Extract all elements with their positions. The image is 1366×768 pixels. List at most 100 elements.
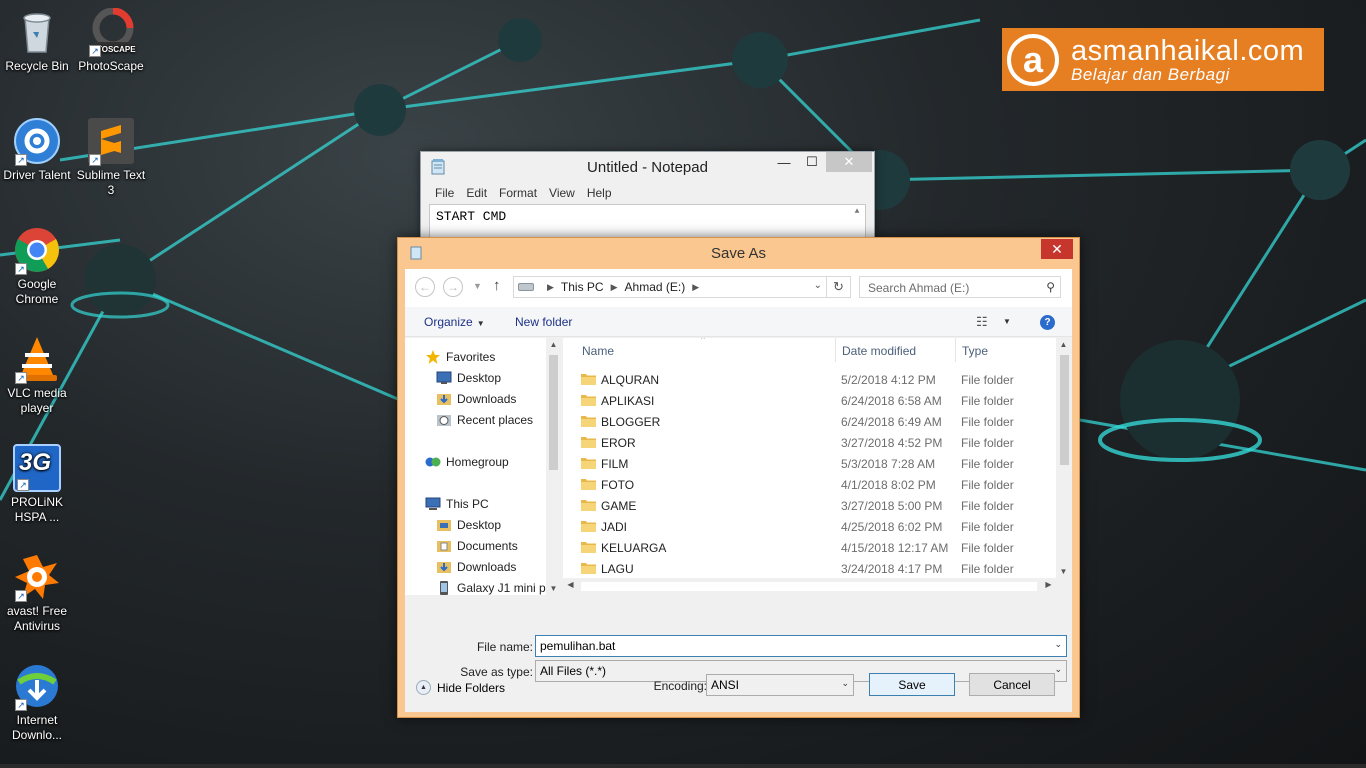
scroll-up-icon[interactable]: ▲ <box>1056 340 1071 349</box>
address-chevron-down-icon[interactable]: ⌄ <box>814 280 822 291</box>
encoding-select[interactable]: ANSI ⌄ <box>706 674 854 696</box>
brand-banner: a asmanhaikal.com Belajar dan Berbagi <box>1002 28 1324 91</box>
scroll-up-icon[interactable]: ▲ <box>546 340 561 349</box>
notepad-window[interactable]: Untitled - Notepad — ☐ ✕ File Edit Forma… <box>420 151 875 251</box>
file-row[interactable]: LAGU 3/24/2018 4:17 PM File folder <box>563 558 1056 578</box>
hide-folders-button[interactable]: ▲ Hide Folders <box>416 680 505 695</box>
menu-view[interactable]: View <box>543 183 581 203</box>
file-list-horizontal-scrollbar[interactable]: ◀ ▶ <box>563 578 1056 595</box>
nav-favorites-recent-places[interactable]: Recent places <box>436 411 533 429</box>
column-header-name[interactable]: Name ^ <box>563 338 836 362</box>
organize-button[interactable]: Organize ▼ <box>424 315 485 329</box>
shortcut-arrow-icon: ↗ <box>15 263 27 275</box>
save-as-close-button[interactable]: ✕ <box>1041 239 1073 259</box>
notepad-titlebar[interactable]: Untitled - Notepad — ☐ ✕ <box>421 152 874 183</box>
file-date-modified: 6/24/2018 6:58 AM <box>841 394 942 408</box>
file-row[interactable]: APLIKASI 6/24/2018 6:58 AM File folder <box>563 390 1056 411</box>
chevron-down-icon: ⌄ <box>841 678 849 688</box>
scrollbar-thumb[interactable] <box>549 355 558 470</box>
maximize-button[interactable]: ☐ <box>798 152 826 172</box>
save-as-titlebar[interactable]: Save As ✕ <box>398 238 1079 269</box>
sort-ascending-icon: ^ <box>701 338 705 344</box>
nav-label: Favorites <box>446 350 496 364</box>
file-row[interactable]: JADI 4/25/2018 6:02 PM File folder <box>563 516 1056 537</box>
scroll-right-icon[interactable]: ▶ <box>1041 580 1056 589</box>
column-header-date-modified[interactable]: Date modified <box>836 338 956 362</box>
save-as-dialog[interactable]: Save As ✕ ← → ▼ ↑ ▶ This PC ▶ Ahmad (E:)… <box>397 237 1080 718</box>
file-name-input[interactable]: pemulihan.bat ⌄ <box>535 635 1067 657</box>
navigation-bar: ← → ▼ ↑ ▶ This PC ▶ Ahmad (E:) ▶ ⌄ ↻ Sea… <box>405 269 1072 307</box>
nav-this-pc-desktop[interactable]: Desktop <box>436 516 501 534</box>
file-type: File folder <box>961 436 1014 450</box>
desktop-icon-prolink[interactable]: 3G ↗ PROLiNK HSPA ... <box>1 444 73 525</box>
nav-this-pc-documents[interactable]: Documents <box>436 537 518 555</box>
search-input[interactable]: Search Ahmad (E:) ⚲ <box>859 276 1061 298</box>
view-chevron-down-icon[interactable]: ▼ <box>1003 317 1011 326</box>
file-row[interactable]: GAME 3/27/2018 5:00 PM File folder <box>563 495 1056 516</box>
column-header-type[interactable]: Type <box>956 338 1056 362</box>
nav-this-pc-galaxy[interactable]: Galaxy J1 mini pr <box>436 579 550 595</box>
new-folder-button[interactable]: New folder <box>515 315 572 329</box>
chevron-down-icon[interactable]: ⌄ <box>1054 639 1062 650</box>
view-options-icon[interactable]: ☷ <box>976 314 988 330</box>
desktop-icon-avast[interactable]: ↗ avast! Free Antivirus <box>1 553 73 634</box>
back-button[interactable]: ← <box>415 277 435 297</box>
desktop-icon-sublime-text[interactable]: ↗ Sublime Text 3 <box>75 117 147 198</box>
scrollbar-thumb[interactable] <box>1060 355 1069 465</box>
desktop-icon-internet-download-manager[interactable]: ↗ Internet Downlo... <box>1 662 73 743</box>
file-type: File folder <box>961 541 1014 555</box>
desktop-icon-driver-talent[interactable]: ↗ Driver Talent <box>1 117 73 183</box>
desktop-icon-vlc[interactable]: ↗ VLC media player <box>1 335 73 416</box>
shortcut-arrow-icon: ↗ <box>17 479 29 491</box>
breadcrumb-chevron-icon[interactable]: ▶ <box>611 282 618 293</box>
scroll-down-icon[interactable]: ▼ <box>546 584 561 593</box>
breadcrumb-chevron-icon[interactable]: ▶ <box>692 282 699 293</box>
refresh-button[interactable]: ↻ <box>827 276 851 298</box>
nav-favorites-downloads[interactable]: Downloads <box>436 390 516 408</box>
nav-homegroup[interactable]: Homegroup <box>425 453 509 471</box>
nav-this-pc[interactable]: This PC <box>425 495 489 513</box>
up-arrow-icon[interactable]: ↑ <box>493 277 501 294</box>
file-date-modified: 3/27/2018 5:00 PM <box>841 499 943 513</box>
cancel-button[interactable]: Cancel <box>969 673 1055 696</box>
file-row[interactable]: BLOGGER 6/24/2018 6:49 AM File folder <box>563 411 1056 432</box>
file-row[interactable]: KELUARGA 4/15/2018 12:17 AM File folder <box>563 537 1056 558</box>
file-date-modified: 5/3/2018 7:28 AM <box>841 457 936 471</box>
recent-locations-chevron-down-icon[interactable]: ▼ <box>473 281 482 291</box>
file-row[interactable]: ALQURAN 5/2/2018 4:12 PM File folder <box>563 369 1056 390</box>
desktop-icon-google-chrome[interactable]: ↗ Google Chrome <box>1 226 73 307</box>
menu-file[interactable]: File <box>429 183 460 203</box>
notepad-close-button[interactable]: ✕ <box>826 152 872 172</box>
breadcrumb-drive[interactable]: Ahmad (E:) <box>625 280 686 294</box>
menu-help[interactable]: Help <box>581 183 618 203</box>
file-row[interactable]: FOTO 4/1/2018 8:02 PM File folder <box>563 474 1056 495</box>
nav-favorites[interactable]: Favorites <box>425 348 495 366</box>
file-list-vertical-scrollbar[interactable]: ▲ ▼ <box>1056 338 1072 578</box>
file-row[interactable]: FILM 5/3/2018 7:28 AM File folder <box>563 453 1056 474</box>
scrollbar-thumb[interactable] <box>581 582 1037 591</box>
scroll-left-icon[interactable]: ◀ <box>563 580 578 589</box>
minimize-button[interactable]: — <box>770 152 798 172</box>
nav-this-pc-downloads[interactable]: Downloads <box>436 558 516 576</box>
forward-button[interactable]: → <box>443 277 463 297</box>
file-name: LAGU <box>601 562 634 576</box>
nav-favorites-desktop[interactable]: Desktop <box>436 369 501 387</box>
nav-pane-scrollbar[interactable]: ▲ ▼ <box>546 338 561 595</box>
nav-label: Recent places <box>457 413 534 427</box>
scroll-up-icon[interactable]: ▲ <box>851 207 863 219</box>
file-row[interactable]: EROR 3/27/2018 4:52 PM File folder <box>563 432 1056 453</box>
menu-format[interactable]: Format <box>493 183 543 203</box>
breadcrumb-this-pc[interactable]: This PC <box>561 280 604 294</box>
desktop-icon-label: Google Chrome <box>15 277 59 306</box>
help-icon[interactable]: ? <box>1040 315 1055 330</box>
menu-edit[interactable]: Edit <box>460 183 493 203</box>
folder-icon <box>581 435 596 448</box>
sublime-text-icon: ↗ <box>87 117 135 166</box>
file-type: File folder <box>961 562 1014 576</box>
desktop-icon-photoscape[interactable]: TOSCAPE ↗ PhotoScape <box>75 7 147 74</box>
address-bar[interactable]: ▶ This PC ▶ Ahmad (E:) ▶ ⌄ <box>513 276 827 298</box>
column-label: Name <box>582 344 615 358</box>
desktop-icon-recycle-bin[interactable]: Recycle Bin <box>1 8 73 74</box>
scroll-down-icon[interactable]: ▼ <box>1056 567 1071 576</box>
save-button[interactable]: Save <box>869 673 955 696</box>
